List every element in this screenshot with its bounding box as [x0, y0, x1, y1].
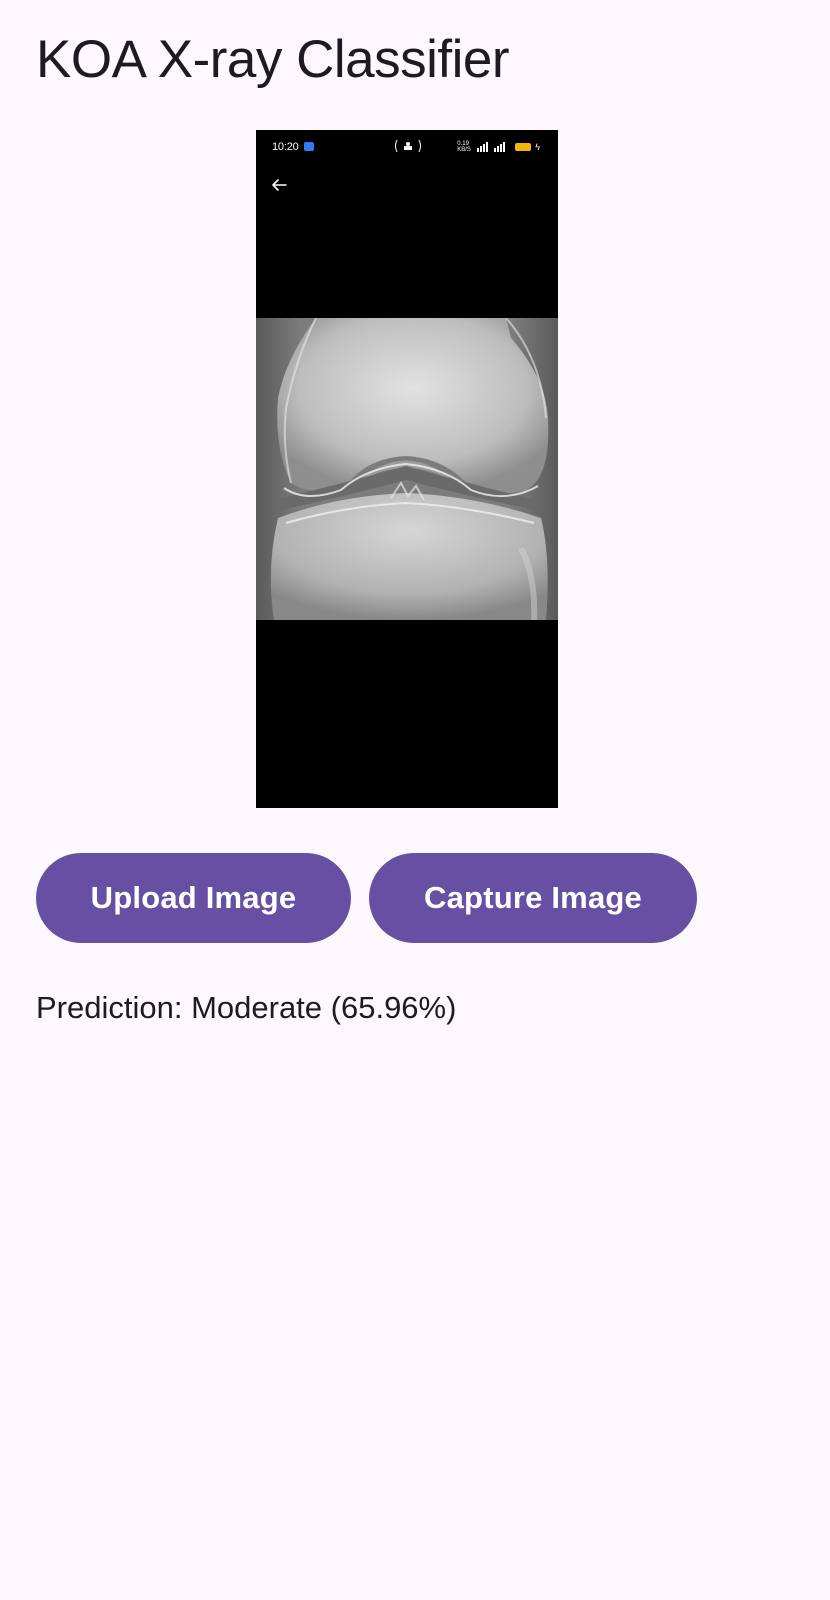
arrow-left-icon [270, 176, 288, 194]
page-title: KOA X-ray Classifier [36, 30, 510, 89]
network-speed: 0.19 KB/S [457, 141, 471, 153]
knee-xray-image [256, 318, 558, 620]
signal-icon [477, 142, 511, 152]
battery-icon [515, 143, 532, 151]
prediction-result: Prediction: Moderate (65.96%) [36, 990, 457, 1025]
app-notification-icon [304, 142, 314, 151]
selected-image-preview: 10:20 0.19 KB/S ϟ [256, 130, 558, 808]
status-time: 10:20 [272, 141, 299, 153]
status-right-group: 0.19 KB/S ϟ [457, 141, 540, 153]
preview-status-bar: 10:20 0.19 KB/S ϟ [256, 130, 558, 166]
capture-image-button[interactable]: Capture Image [369, 853, 697, 943]
upload-image-button[interactable]: Upload Image [36, 853, 351, 943]
bolt-icon: ϟ [535, 141, 540, 152]
dynamic-island-icon [394, 139, 422, 153]
